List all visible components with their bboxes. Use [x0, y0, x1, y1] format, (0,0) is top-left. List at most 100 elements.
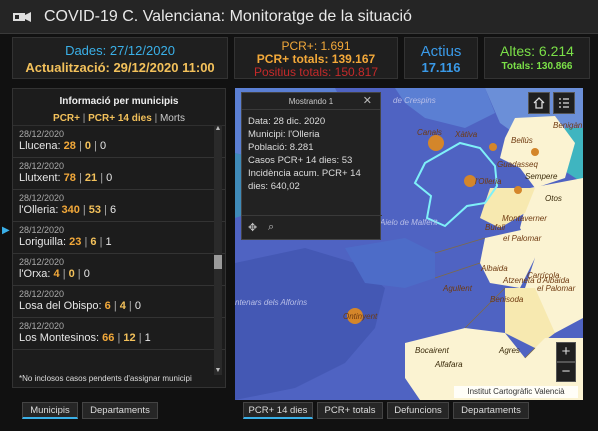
popup-line: dies: 640,02 [248, 181, 300, 192]
list-item[interactable]: 28/12/2020 Llutxent: 78 | 21 | 0 [13, 158, 225, 190]
map-label: Xàtiva [455, 130, 478, 139]
popup-line: Municipi: l'Olleria [248, 129, 320, 140]
map-label: Bocairent [415, 346, 449, 355]
altes-daily: Altes: 6.214 [500, 43, 574, 59]
row-pcr14: 12 [123, 332, 136, 344]
row-pcr14: 53 [88, 204, 102, 216]
map-label: Bufali [485, 223, 506, 232]
row-morts: 0 [106, 172, 113, 184]
actius-label: Actius [420, 43, 462, 60]
app-logo-icon [12, 10, 32, 24]
map-label: Ontinyent [343, 312, 378, 321]
subtitle-sep: | [79, 113, 89, 124]
row-date: 28/12/2020 [19, 129, 65, 139]
map-label: Canals [417, 128, 442, 137]
map-label: Montaverner [502, 214, 547, 223]
popup-line: Població: 8.281 [248, 142, 314, 153]
tab-pcr-totals[interactable]: PCR+ totals [317, 402, 383, 419]
map-label: ntenars dels Alforins [235, 298, 308, 307]
map-label: el Palomar [503, 234, 542, 243]
map-label: Aielo de Malferit [380, 218, 438, 227]
row-date: 28/12/2020 [19, 225, 65, 235]
list-scrollbar[interactable]: ▲ ▼ [214, 125, 222, 375]
tab-departaments-map[interactable]: Departaments [453, 402, 529, 419]
popup-header: Mostrando 1 ✕ [242, 93, 380, 110]
row-pcr14: 21 [84, 172, 98, 184]
row-pcr: 78 [63, 172, 76, 184]
map-label: l'Olleria [475, 177, 502, 186]
scroll-thumb[interactable] [214, 255, 222, 269]
list-item[interactable]: 28/12/2020 Los Montesinos: 66 | 12 | 1 [13, 318, 225, 350]
close-icon[interactable]: ✕ [363, 93, 372, 110]
pan-icon[interactable]: ✥ [248, 221, 257, 234]
row-values: Llutxent: 78 | 21 | 0 [19, 172, 113, 184]
list-item[interactable]: 28/12/2020 l'Orxa: 4 | 0 | 0 [13, 254, 225, 286]
list-item[interactable]: 28/12/2020 l'Olleria: 340 | 53 | 6 [13, 190, 225, 222]
list-item[interactable]: 28/12/2020 Loriguilla: 23 | 6 | 1 [13, 222, 225, 254]
row-name: Los Montesinos: [19, 332, 100, 344]
map-label: Alfafara [435, 360, 463, 369]
pcr-card: PCR+: 1.691 PCR+ totals: 139.167 Positiu… [234, 37, 398, 79]
zoom-in-button[interactable]: + [556, 342, 576, 362]
scroll-up-icon[interactable]: ▲ [214, 125, 222, 133]
popup-line: Casos PCR+ 14 dies: 53 [248, 155, 353, 166]
list-item[interactable]: 28/12/2020 Losa del Obispo: 6 | 4 | 0 [13, 286, 225, 318]
row-morts: 1 [105, 236, 112, 248]
info-popup: Mostrando 1 ✕ Data: 28 dic. 2020 Municip… [241, 92, 382, 240]
popup-line: Incidència acum. PCR+ 14 [248, 168, 361, 179]
panel-note: *No inclosos casos pendents d'assignar m… [19, 374, 192, 383]
map-label: Albaida [481, 264, 508, 273]
zoom-out-button[interactable]: − [556, 362, 576, 382]
row-date: 28/12/2020 [19, 193, 65, 203]
home-icon [533, 97, 545, 109]
map-attribution: Institut Cartogràfic Valencià [454, 386, 578, 398]
popup-line: Data: 28 dic. 2020 [248, 116, 326, 127]
row-morts: 0 [100, 140, 107, 152]
expand-panel-icon[interactable]: ▶ [2, 225, 10, 239]
popup-body: Data: 28 dic. 2020 Municipi: l'Olleria P… [242, 110, 380, 198]
municipality-panel: Informació per municipis PCR+ | PCR+ 14 … [12, 88, 226, 388]
title-bar: COVID-19 C. Valenciana: Monitoratge de l… [0, 0, 598, 34]
map-label: Agres [499, 346, 520, 355]
legend-list-button[interactable] [553, 92, 575, 114]
tab-defuncions[interactable]: Defuncions [387, 402, 449, 419]
scroll-down-icon[interactable]: ▼ [214, 367, 222, 375]
zoom-to-icon[interactable]: ⌕ [268, 221, 274, 234]
tab-municipis[interactable]: Municipis [22, 402, 78, 419]
row-pcr: 4 [53, 268, 60, 280]
row-name: Loriguilla: [19, 236, 67, 248]
row-date: 28/12/2020 [19, 289, 65, 299]
row-morts: 6 [110, 204, 117, 216]
data-date: Dades: 27/12/2020 [65, 43, 175, 58]
home-button[interactable] [528, 92, 550, 114]
row-values: l'Orxa: 4 | 0 | 0 [19, 268, 90, 280]
row-values: Los Montesinos: 66 | 12 | 1 [19, 332, 151, 344]
tab-pcr14[interactable]: PCR+ 14 dies [243, 402, 313, 419]
row-pcr14: 0 [68, 268, 75, 280]
subtitle-pcr: PCR+ [53, 113, 80, 124]
row-values: Loriguilla: 23 | 6 | 1 [19, 236, 112, 248]
row-values: Llucena: 28 | 0 | 0 [19, 140, 107, 152]
row-date: 28/12/2020 [19, 257, 65, 267]
altes-totals: Totals: 130.866 [501, 61, 573, 72]
dates-card: Dades: 27/12/2020 Actualització: 29/12/2… [12, 37, 228, 79]
row-morts: 1 [144, 332, 151, 344]
row-pcr: 6 [104, 300, 111, 312]
tab-departaments-left[interactable]: Departaments [82, 402, 158, 419]
row-date: 28/12/2020 [19, 321, 65, 331]
row-name: Llucena: [19, 140, 61, 152]
row-name: Llutxent: [19, 172, 61, 184]
row-name: l'Olleria: [19, 204, 59, 216]
map-label: Otos [545, 194, 562, 203]
map-label: Benisoda [490, 295, 524, 304]
row-pcr14: 4 [119, 300, 126, 312]
panel-subtitle: PCR+ | PCR+ 14 dies | Morts [13, 113, 225, 124]
subtitle-pcr14: PCR+ 14 dies [88, 113, 152, 124]
popup-title: Mostrando 1 [288, 97, 334, 106]
list-item[interactable]: 28/12/2020 Llucena: 28 | 0 | 0 [13, 126, 225, 158]
row-pcr14: 6 [90, 236, 97, 248]
altes-card: Altes: 6.214 Totals: 130.866 [484, 37, 590, 79]
map-label: Agullent [443, 284, 472, 293]
row-pcr: 340 [61, 204, 80, 216]
municipality-list[interactable]: 28/12/2020 Llucena: 28 | 0 | 0 28/12/202… [13, 125, 225, 375]
